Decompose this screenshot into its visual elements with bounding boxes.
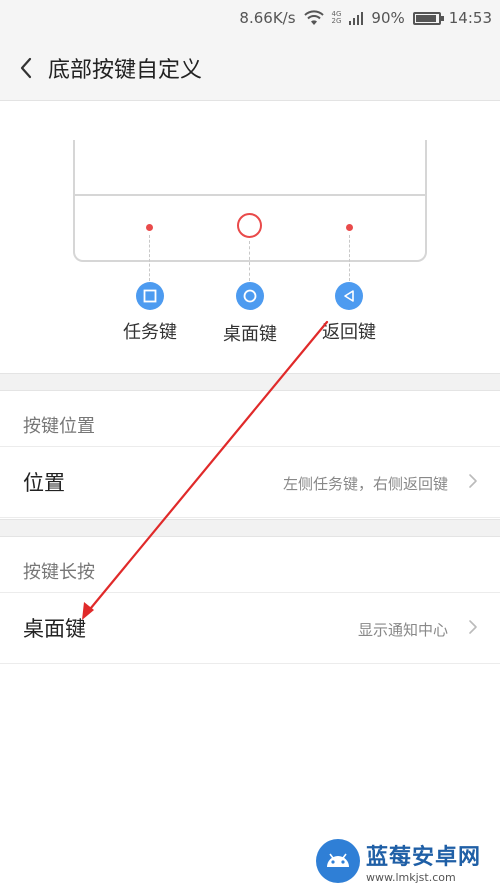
dashed-connector: [249, 241, 250, 281]
row-value: 左侧任务键，右侧返回键: [282, 475, 448, 493]
watermark-name: 蓝莓安卓网: [366, 844, 482, 870]
network-speed: 8.66K/s: [239, 9, 296, 27]
wifi-icon: [303, 10, 324, 25]
android-logo-icon: [316, 839, 360, 883]
dashed-connector: [349, 235, 350, 281]
battery-icon: [412, 11, 444, 25]
dashed-connector: [149, 235, 150, 281]
task-key-label: 任务键: [123, 322, 177, 343]
app-header: 底部按键自定义: [0, 36, 500, 101]
square-icon: [143, 289, 157, 303]
home-key-icon: [236, 282, 264, 310]
task-key-dot: [146, 224, 153, 231]
status-bar: 8.66K/s 4G 2G 90% 14:53: [0, 0, 500, 36]
back-button[interactable]: [4, 36, 48, 100]
page-title: 底部按键自定义: [48, 58, 203, 83]
chevron-left-icon: [20, 57, 32, 79]
phone-nav-bar-divider: [75, 194, 425, 196]
circle-icon: [243, 289, 257, 303]
network-type-icon: 4G 2G: [331, 10, 342, 25]
triangle-left-icon: [344, 290, 354, 302]
section-title-key-long-press: 按键长按: [23, 562, 95, 583]
back-key-icon: [335, 282, 363, 310]
clock: 14:53: [448, 9, 492, 27]
back-key-label: 返回键: [322, 322, 376, 343]
row-position[interactable]: 位置 左侧任务键，右侧返回键: [0, 446, 500, 518]
section-divider: [0, 373, 500, 391]
section-divider: [0, 519, 500, 537]
row-value: 显示通知中心: [357, 621, 448, 639]
row-label: 桌面键: [23, 617, 86, 641]
chevron-right-icon: [469, 474, 477, 488]
back-key-dot: [346, 224, 353, 231]
status-icons: 8.66K/s 4G 2G 90% 14:53: [239, 0, 492, 36]
battery-fill: [415, 14, 436, 22]
watermark-url: www.lmkjst.com: [366, 870, 456, 884]
home-key-label: 桌面键: [223, 324, 277, 345]
task-key-icon: [136, 282, 164, 310]
watermark: 蓝莓安卓网 www.lmkjst.com: [316, 833, 481, 889]
home-key-ring: [237, 213, 262, 238]
row-label: 位置: [23, 471, 65, 495]
section-title-key-position: 按键位置: [23, 416, 95, 437]
navigation-key-diagram: 任务键 桌面键 返回键: [0, 101, 500, 373]
row-home-key-long-press[interactable]: 桌面键 显示通知中心: [0, 592, 500, 664]
battery-percent: 90%: [371, 9, 405, 27]
chevron-right-icon: [469, 620, 477, 634]
phone-outline: [73, 140, 427, 262]
signal-icon: [349, 12, 364, 25]
